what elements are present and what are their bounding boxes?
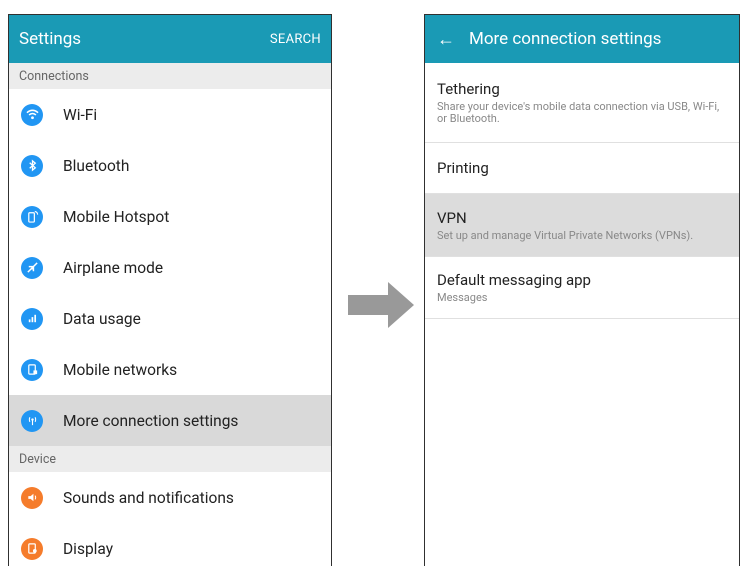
- section-header-device: Device: [9, 446, 331, 472]
- settings-item-label: Mobile Hotspot: [63, 207, 170, 226]
- settings-item-label: Wi-Fi: [63, 105, 98, 124]
- settings-item-label: Sounds and notifications: [63, 488, 234, 507]
- settings-item-mobile-hotspot[interactable]: Mobile Hotspot: [9, 191, 331, 242]
- settings-item-label: Bluetooth: [63, 156, 130, 175]
- settings-item-label: Mobile networks: [63, 360, 178, 379]
- list-item-title: VPN: [437, 208, 467, 227]
- list-item-title: Printing: [437, 159, 489, 177]
- settings-item-label: Data usage: [63, 309, 141, 328]
- list-item-title: Default messaging app: [437, 271, 591, 289]
- mobile-networks-icon: [21, 358, 43, 381]
- settings-item-label: Display: [63, 539, 114, 558]
- sound-icon: [21, 486, 43, 509]
- more-connection-icon: [21, 409, 43, 432]
- data-usage-icon: [21, 307, 43, 330]
- more-connection-app-bar: ← More connection settings: [425, 15, 739, 63]
- settings-item-data-usage[interactable]: Data usage: [9, 293, 331, 344]
- section-header-connections: Connections: [9, 63, 331, 89]
- search-button[interactable]: SEARCH: [270, 32, 321, 47]
- settings-item-sounds-notifications[interactable]: Sounds and notifications: [9, 472, 331, 523]
- list-item-subtitle: Share your device's mobile data connecti…: [437, 100, 720, 125]
- settings-item-wifi[interactable]: Wi-Fi: [9, 89, 331, 140]
- display-icon: [21, 537, 43, 560]
- list-item-title: Tethering: [437, 80, 500, 98]
- list-item-subtitle: Messages: [437, 291, 488, 304]
- hotspot-icon: [21, 205, 43, 228]
- settings-item-label: More connection settings: [63, 411, 239, 430]
- settings-app-bar: Settings SEARCH: [9, 15, 331, 63]
- page-title: Settings: [19, 29, 82, 49]
- list-item-subtitle: Set up and manage Virtual Private Networ…: [437, 228, 694, 242]
- wifi-icon: [21, 103, 43, 126]
- list-item-default-messaging-app[interactable]: Default messaging app Messages: [425, 257, 739, 319]
- list-item-printing[interactable]: Printing: [425, 143, 739, 194]
- list-item-vpn[interactable]: VPN Set up and manage Virtual Private Ne…: [425, 194, 739, 257]
- page-title: More connection settings: [469, 29, 662, 49]
- list-item-tethering[interactable]: Tethering Share your device's mobile dat…: [425, 63, 739, 143]
- airplane-icon: [21, 256, 43, 279]
- back-arrow-icon[interactable]: ←: [437, 29, 455, 50]
- settings-item-more-connection-settings[interactable]: More connection settings: [9, 395, 331, 446]
- settings-item-bluetooth[interactable]: Bluetooth: [9, 140, 331, 191]
- settings-item-airplane-mode[interactable]: Airplane mode: [9, 242, 331, 293]
- right-arrow-icon: [348, 282, 414, 332]
- bluetooth-icon: [21, 154, 43, 177]
- settings-item-label: Airplane mode: [63, 258, 164, 277]
- settings-screen: Settings SEARCH Connections Wi-Fi Blueto…: [8, 14, 332, 566]
- settings-item-mobile-networks[interactable]: Mobile networks: [9, 344, 331, 395]
- settings-item-display[interactable]: Display: [9, 523, 331, 566]
- more-connection-settings-screen: ← More connection settings Tethering Sha…: [424, 14, 740, 566]
